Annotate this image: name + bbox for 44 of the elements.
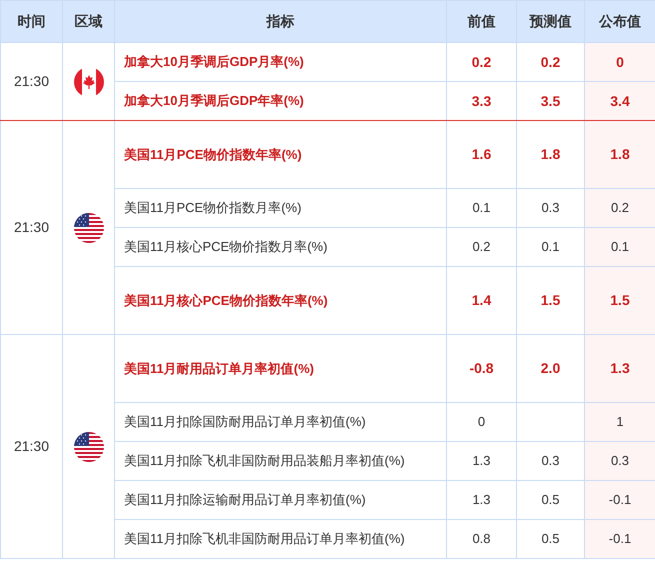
table-cell: 0.3 xyxy=(584,442,655,480)
table-cell: 0 xyxy=(446,402,516,442)
table-cell: 0.1 xyxy=(584,228,655,266)
table-cell: 0.8 xyxy=(446,520,516,558)
table-cell: 21:30 xyxy=(0,120,62,334)
table-cell: 3.4 xyxy=(584,82,655,120)
table-cell: 美国11月PCE物价指数年率(%) xyxy=(114,120,446,188)
column-header: 前值 xyxy=(446,0,516,42)
table-cell: 0.2 xyxy=(446,228,516,266)
table-cell: 21:30 xyxy=(0,334,62,558)
table-cell: -0.1 xyxy=(584,520,655,558)
table-cell: 美国11月扣除运输耐用品订单月率初值(%) xyxy=(114,480,446,520)
canada-flag-icon xyxy=(74,66,104,96)
table-cell: 美国11月扣除飞机非国防耐用品订单月率初值(%) xyxy=(114,520,446,558)
table-cell: 0.1 xyxy=(446,188,516,228)
table-cell: 加拿大10月季调后GDP月率(%) xyxy=(114,42,446,82)
table-cell: 0.2 xyxy=(446,42,516,82)
table-cell: 美国11月核心PCE物价指数年率(%) xyxy=(114,266,446,334)
table-cell: 1.5 xyxy=(584,266,655,334)
table-cell: 1.4 xyxy=(446,266,516,334)
table-cell: 美国11月扣除国防耐用品订单月率初值(%) xyxy=(114,402,446,442)
table-cell: 美国11月耐用品订单月率初值(%) xyxy=(114,334,446,402)
us-flag-icon xyxy=(74,432,104,462)
table-cell: -0.8 xyxy=(446,334,516,402)
column-header: 时间 xyxy=(0,0,62,42)
table-cell: 1.3 xyxy=(446,480,516,520)
table-cell: 1.3 xyxy=(446,442,516,480)
column-header: 区域 xyxy=(62,0,114,42)
table-cell: 1.8 xyxy=(584,120,655,188)
column-header: 预测值 xyxy=(516,0,584,42)
table-cell: 美国11月PCE物价指数月率(%) xyxy=(114,188,446,228)
table-cell: 21:30 xyxy=(0,42,62,120)
table-cell: 1.6 xyxy=(446,120,516,188)
table-cell: -0.1 xyxy=(584,480,655,520)
column-header: 指标 xyxy=(114,0,446,42)
table-cell: 0 xyxy=(584,42,655,82)
table-cell: 美国11月核心PCE物价指数月率(%) xyxy=(114,228,446,266)
table-cell: 1 xyxy=(584,402,655,442)
table-cell: 美国11月扣除飞机非国防耐用品装船月率初值(%) xyxy=(114,442,446,480)
table-cell: 1.3 xyxy=(584,334,655,402)
table-cell: 3.3 xyxy=(446,82,516,120)
us-flag-icon xyxy=(74,212,104,242)
table-cell: 加拿大10月季调后GDP年率(%) xyxy=(114,82,446,120)
table-cell: 0.2 xyxy=(584,188,655,228)
